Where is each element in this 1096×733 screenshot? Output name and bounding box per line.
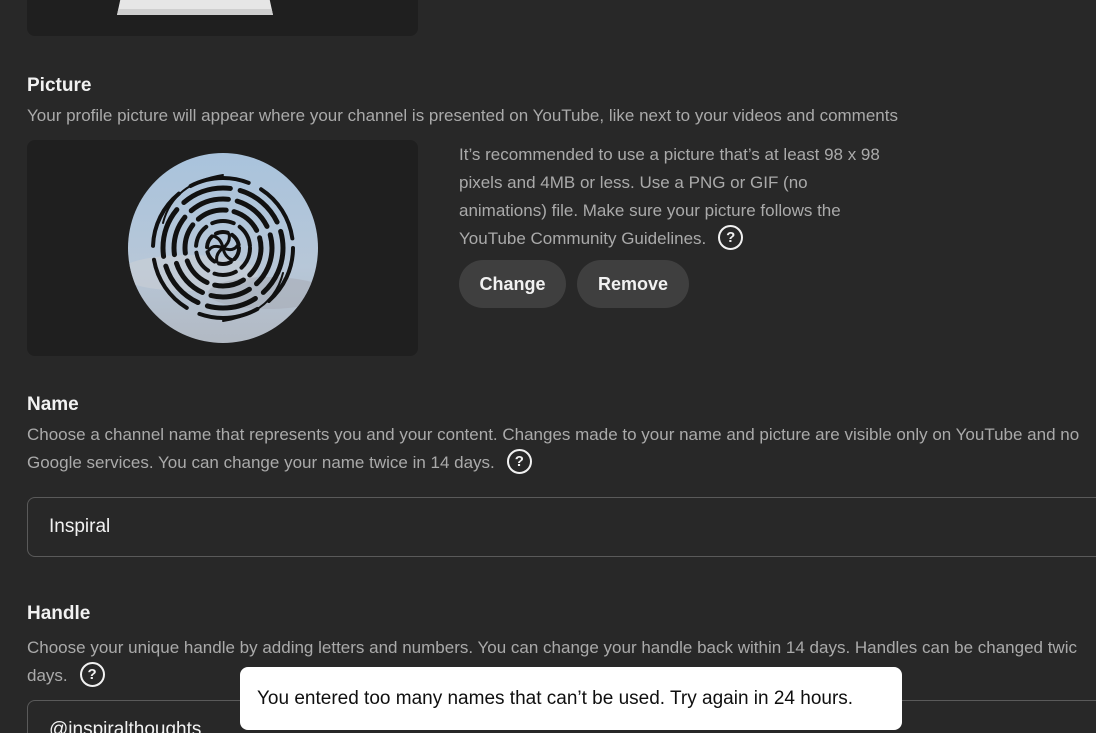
name-description-line-1: Choose a channel name that represents yo…: [27, 425, 1080, 444]
name-description-line-2: Google services. You can change your nam…: [27, 453, 495, 472]
picture-info-line-3: animations) file. Make sure your picture…: [459, 201, 841, 220]
picture-section-description: Your profile picture will appear where y…: [27, 106, 898, 125]
picture-info-line-2: pixels and 4MB or less. Use a PNG or GIF…: [459, 173, 808, 192]
handle-section-title: Handle: [27, 603, 91, 624]
remove-picture-button[interactable]: Remove: [577, 260, 689, 308]
picture-info-line-4-text: YouTube Community Guidelines.: [459, 229, 707, 248]
name-section-description: Choose a channel name that represents yo…: [27, 421, 1079, 477]
toast-message: You entered too many names that can’t be…: [257, 687, 854, 709]
banner-preview-image: [117, 0, 273, 15]
profile-picture-avatar: [128, 153, 318, 343]
picture-preview-card: [27, 140, 418, 356]
error-toast: You entered too many names that can’t be…: [240, 667, 902, 730]
handle-description-line-1: Choose your unique handle by adding lett…: [27, 638, 1077, 657]
help-icon[interactable]: ?: [718, 225, 744, 251]
name-input-value[interactable]: Inspiral: [49, 516, 110, 538]
channel-customization-page: Picture Your profile picture will appear…: [0, 0, 1096, 733]
picture-requirements-text: It’s recommended to use a picture that’s…: [459, 141, 909, 253]
handle-description-line-2: days.: [27, 666, 68, 685]
name-section-title: Name: [27, 394, 79, 415]
change-picture-button[interactable]: Change: [459, 260, 566, 308]
help-icon[interactable]: ?: [506, 449, 532, 475]
picture-info-line-1: It’s recommended to use a picture that’s…: [459, 145, 880, 164]
name-description-line-2-wrap: Google services. You can change your nam…: [27, 449, 1079, 477]
name-input[interactable]: Inspiral: [27, 497, 1096, 557]
picture-section-title: Picture: [27, 75, 92, 96]
banner-preview-card: [27, 0, 418, 36]
handle-input-value[interactable]: @inspiralthoughts: [49, 719, 201, 733]
spiral-avatar-image: [128, 153, 318, 343]
help-icon[interactable]: ?: [79, 662, 105, 688]
picture-info-line-4: YouTube Community Guidelines.?: [459, 225, 909, 253]
